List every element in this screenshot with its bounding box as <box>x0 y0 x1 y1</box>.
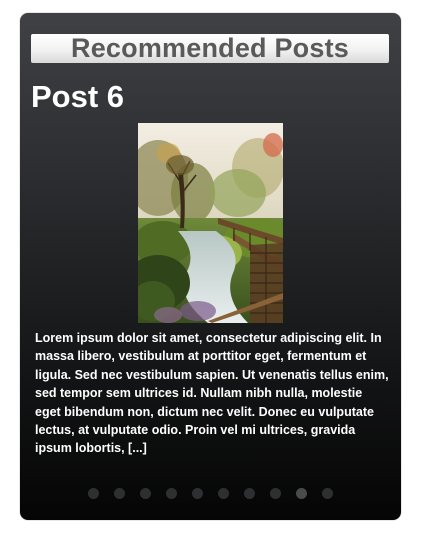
widget-title: Recommended Posts <box>71 33 349 63</box>
post-thumbnail[interactable] <box>138 123 283 323</box>
pagination-dot[interactable] <box>192 488 203 499</box>
pagination-dot[interactable] <box>88 488 99 499</box>
pagination-dot[interactable] <box>322 488 333 499</box>
widget-header: Recommended Posts <box>31 34 389 63</box>
pagination-dot[interactable] <box>140 488 151 499</box>
recommended-posts-widget: Recommended Posts Post 6 Lorem ipsum dol… <box>20 13 401 520</box>
pagination-dot[interactable] <box>270 488 281 499</box>
slider-pagination <box>20 488 401 500</box>
pagination-dot[interactable] <box>296 488 307 499</box>
pagination-dot[interactable] <box>114 488 125 499</box>
post-excerpt: Lorem ipsum dolor sit amet, consectetur … <box>35 331 389 456</box>
pagination-dot[interactable] <box>166 488 177 499</box>
pagination-dot[interactable] <box>218 488 229 499</box>
pagination-dot[interactable] <box>244 488 255 499</box>
post-title[interactable]: Post 6 <box>31 79 124 115</box>
